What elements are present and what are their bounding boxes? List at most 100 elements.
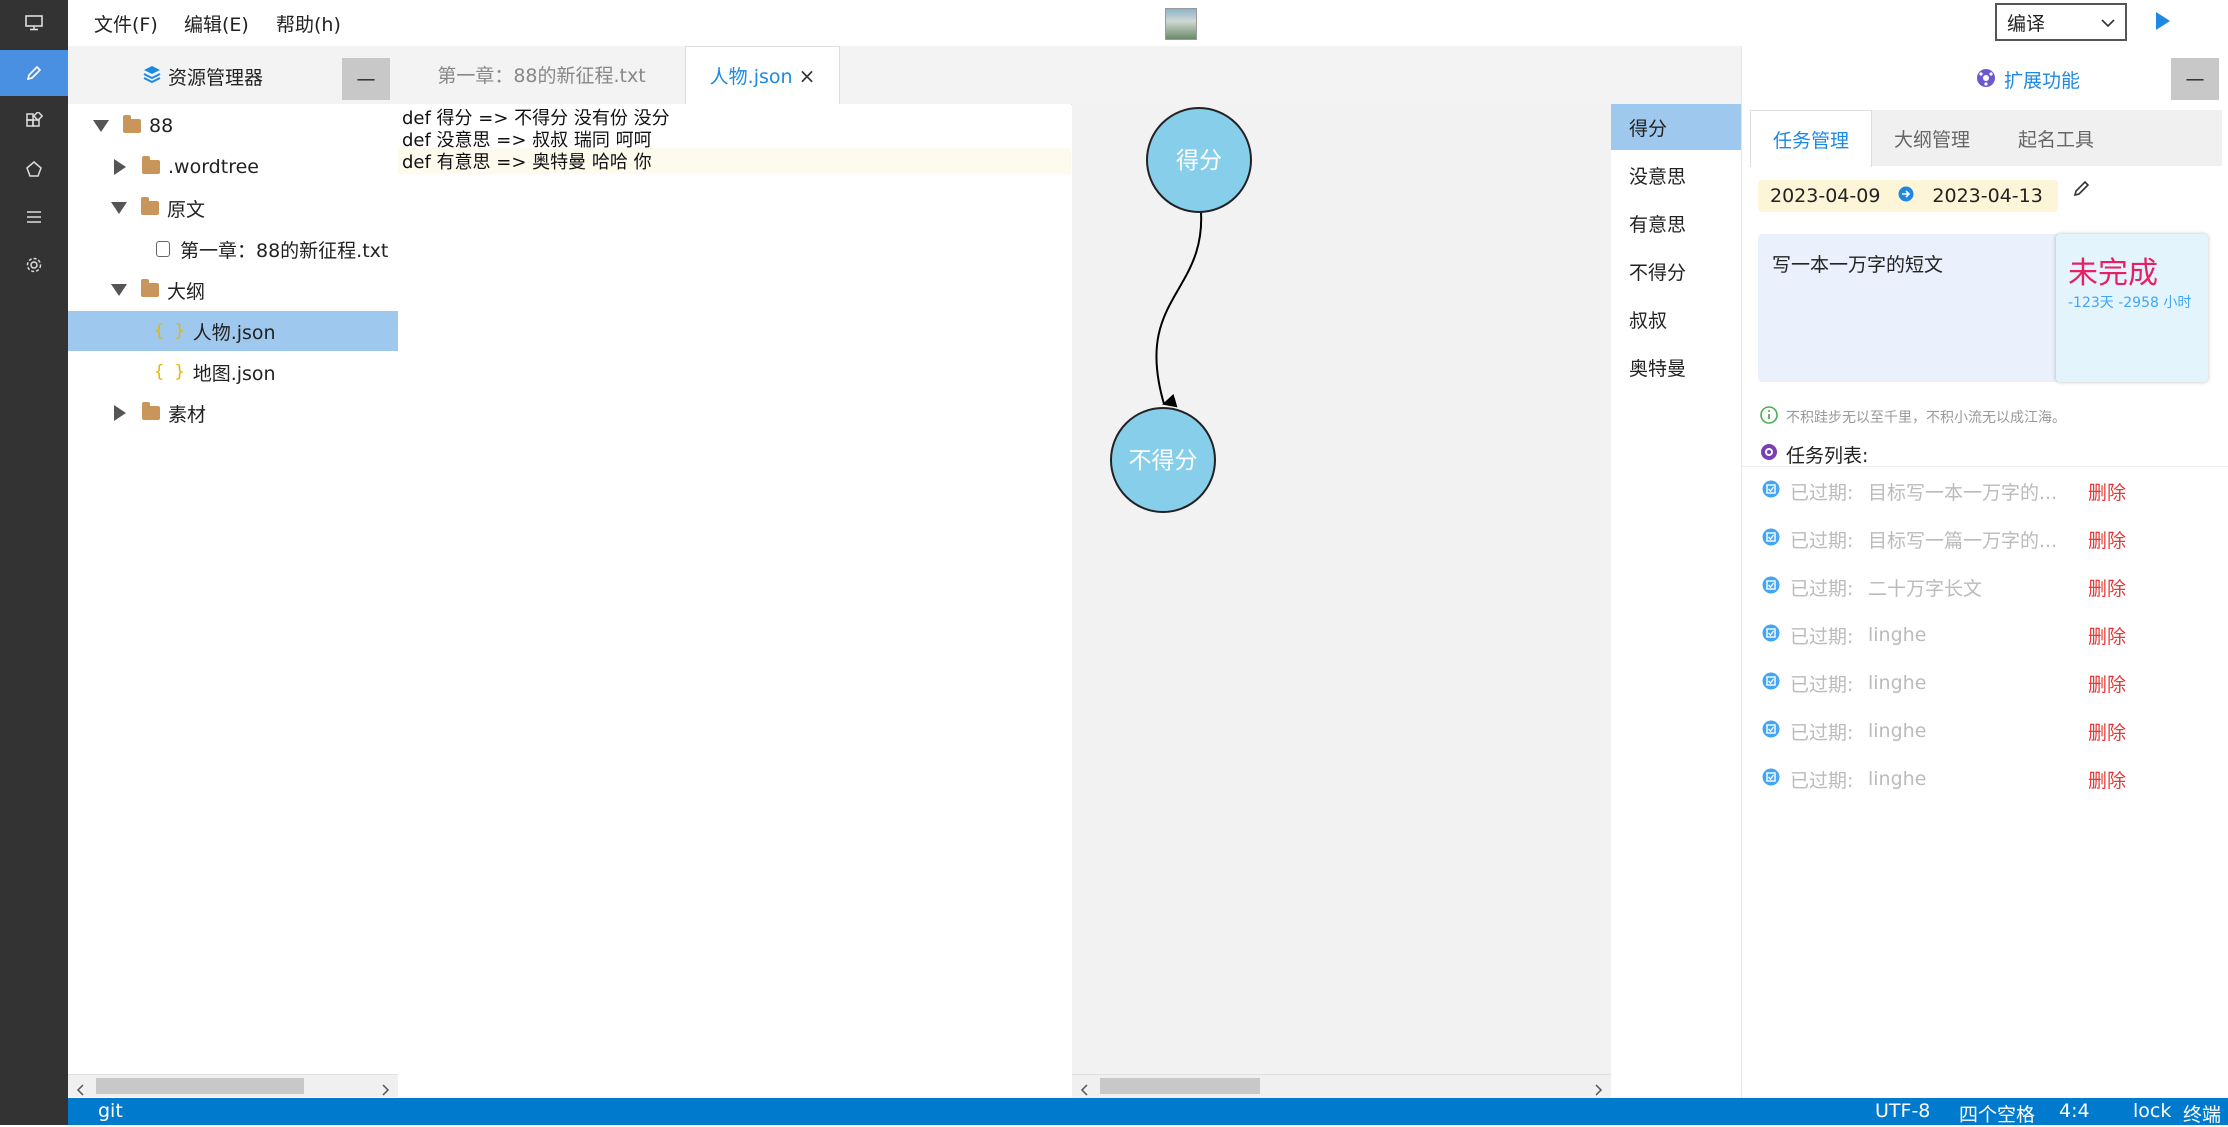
chevron-down-icon xyxy=(2101,11,2115,33)
text-file-icon xyxy=(156,241,170,257)
task-list-item[interactable]: 已过期: linghe 删除 xyxy=(1742,615,2228,655)
json-file-icon: { } xyxy=(154,321,185,341)
folder-icon xyxy=(142,402,160,420)
scroll-thumb[interactable] xyxy=(96,1078,304,1094)
chevron-down-icon xyxy=(111,284,127,296)
delete-button[interactable]: 删除 xyxy=(2088,718,2126,745)
check-badge-icon xyxy=(1762,528,1780,551)
task-card-text: 写一本一万字的短文 xyxy=(1772,254,1944,276)
character-item[interactable]: 没意思 xyxy=(1611,152,1741,198)
task-status-detail: -123天 -2958 小时 xyxy=(2068,295,2192,311)
folder-icon xyxy=(142,156,160,174)
tab-label: 人物.json xyxy=(709,66,793,88)
graph-node-budefen[interactable]: 不得分 xyxy=(1110,407,1216,513)
tab-chapter1[interactable]: 第一章：88的新征程.txt xyxy=(398,46,685,103)
settings-gear-icon[interactable] xyxy=(0,242,68,288)
divider xyxy=(1742,466,2228,467)
task-status-label: 已过期: xyxy=(1790,529,1854,552)
tree-label: 第一章：88的新征程.txt xyxy=(180,239,389,262)
tree-label: .wordtree xyxy=(168,156,259,178)
folder-icon xyxy=(123,115,141,133)
json-file-icon: { } xyxy=(154,362,185,382)
task-list-item[interactable]: 已过期: 目标写一本一万字的... 删除 xyxy=(1742,471,2228,511)
task-name: 目标写一篇一万字的... xyxy=(1868,529,2058,552)
edit-icon[interactable] xyxy=(0,50,68,96)
menu-file[interactable]: 文件(F) xyxy=(94,10,158,37)
indent-status[interactable]: 四个空格 xyxy=(1959,1100,2035,1127)
extension-panel: 扩展功能 — 任务管理 大纲管理 起名工具 2023-04-09 2023-04… xyxy=(1741,46,2228,1098)
delete-button[interactable]: 删除 xyxy=(2088,526,2126,553)
compile-select[interactable]: 编译 xyxy=(1995,3,2127,41)
date-range[interactable]: 2023-04-09 2023-04-13 xyxy=(1758,180,2058,212)
shape-icon[interactable] xyxy=(0,146,68,192)
task-status-label: 已过期: xyxy=(1790,625,1854,648)
layers-icon xyxy=(142,64,162,89)
tree-label: 大纲 xyxy=(167,280,206,303)
check-badge-icon xyxy=(1762,720,1780,743)
task-list-item[interactable]: 已过期: linghe 删除 xyxy=(1742,711,2228,751)
encoding-status[interactable]: UTF-8 xyxy=(1875,1100,1930,1122)
list-icon[interactable] xyxy=(0,194,68,240)
chevron-down-icon xyxy=(111,202,127,214)
graph-node-defen[interactable]: 得分 xyxy=(1146,107,1252,213)
tree-folder-wordtree[interactable]: .wordtree xyxy=(68,147,398,187)
explorer-collapse-button[interactable]: — xyxy=(342,58,390,100)
task-list-item[interactable]: 已过期: 二十万字长文 删除 xyxy=(1742,567,2228,607)
chevron-down-icon xyxy=(93,120,109,132)
terminal-button[interactable]: 终端 xyxy=(2183,1100,2221,1127)
extension-icon xyxy=(1976,68,1996,93)
extensions-icon[interactable] xyxy=(0,98,68,144)
graph-edge xyxy=(1155,199,1203,408)
tab-naming-tool[interactable]: 起名工具 xyxy=(1996,110,2116,166)
character-item[interactable]: 奥特曼 xyxy=(1611,344,1741,390)
tree-file-chapter1[interactable]: 第一章：88的新征程.txt xyxy=(68,229,398,269)
tab-renwu-json[interactable]: 人物.json × xyxy=(685,46,840,104)
explorer-horizontal-scrollbar[interactable] xyxy=(68,1074,398,1097)
tree-file-renwu-json[interactable]: { } 人物.json xyxy=(68,311,398,351)
close-icon[interactable]: × xyxy=(799,64,816,88)
monitor-icon[interactable] xyxy=(0,0,68,46)
chevron-right-icon xyxy=(114,159,126,175)
delete-button[interactable]: 删除 xyxy=(2088,622,2126,649)
tree-folder-sucai[interactable]: 素材 xyxy=(68,393,398,433)
task-list-item[interactable]: 已过期: linghe 删除 xyxy=(1742,759,2228,799)
tab-outline-management[interactable]: 大纲管理 xyxy=(1872,110,1992,166)
tree-folder-yuanwen[interactable]: 原文 xyxy=(68,188,398,228)
tree-label: 素材 xyxy=(168,403,207,426)
relation-graph[interactable]: 得分 不得分 xyxy=(1072,104,1611,1098)
task-card[interactable]: 写一本一万字的短文 未完成 -123天 -2958 小时 xyxy=(1758,234,2208,382)
tree-folder-88[interactable]: 88 xyxy=(68,106,398,146)
task-list-item[interactable]: 已过期: linghe 删除 xyxy=(1742,663,2228,703)
lock-status[interactable]: lock xyxy=(2133,1100,2171,1122)
target-icon xyxy=(1760,443,1778,466)
delete-button[interactable]: 删除 xyxy=(2088,478,2126,505)
character-item[interactable]: 得分 xyxy=(1611,104,1741,150)
character-item[interactable]: 有意思 xyxy=(1611,200,1741,246)
app-logo xyxy=(1165,8,1197,40)
task-list-label: 任务列表: xyxy=(1786,445,1869,467)
delete-button[interactable]: 删除 xyxy=(2088,574,2126,601)
date-start: 2023-04-09 xyxy=(1770,185,1881,207)
menu-edit[interactable]: 编辑(E) xyxy=(184,10,249,37)
extension-collapse-button[interactable]: — xyxy=(2171,58,2219,100)
task-status-label: 已过期: xyxy=(1790,673,1854,696)
tree-label: 地图.json xyxy=(192,362,276,385)
git-status[interactable]: git xyxy=(98,1100,123,1122)
pencil-edit-icon[interactable] xyxy=(2072,178,2092,203)
tree-label: 人物.json xyxy=(192,321,276,344)
delete-button[interactable]: 删除 xyxy=(2088,766,2126,793)
delete-button[interactable]: 删除 xyxy=(2088,670,2126,697)
tree-file-ditu-json[interactable]: { } 地图.json xyxy=(68,352,398,392)
character-item[interactable]: 叔叔 xyxy=(1611,296,1741,342)
code-editor[interactable]: def 得分 => 不得分 没有份 没分 def 没意思 => 叔叔 瑞同 呵呵… xyxy=(398,104,1071,1098)
task-list-item[interactable]: 已过期: 目标写一篇一万字的... 删除 xyxy=(1742,519,2228,559)
task-name: linghe xyxy=(1868,624,1927,646)
check-badge-icon xyxy=(1762,672,1780,695)
character-item[interactable]: 不得分 xyxy=(1611,248,1741,294)
tree-folder-dagang[interactable]: 大纲 xyxy=(68,270,398,310)
scroll-thumb[interactable] xyxy=(1100,1078,1260,1094)
graph-horizontal-scrollbar[interactable] xyxy=(1072,1074,1611,1097)
run-play-icon[interactable] xyxy=(2154,10,2172,37)
tab-task-management[interactable]: 任务管理 xyxy=(1750,110,1872,167)
menu-help[interactable]: 帮助(h) xyxy=(276,10,341,37)
